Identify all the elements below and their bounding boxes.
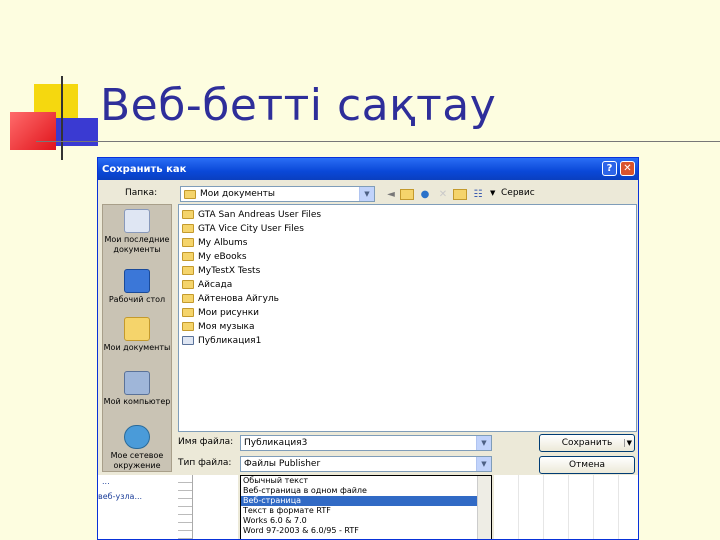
background-grid	[494, 475, 624, 539]
place-my-computer[interactable]: Мой компьютер	[103, 371, 171, 407]
background-document: ... веб-узла...	[98, 475, 238, 539]
places-bar: Мои последние документы Рабочий стол Мои…	[102, 204, 172, 472]
file-name: Айсада	[198, 279, 233, 290]
folder-icon	[182, 266, 194, 275]
filetype-value: Файлы Publisher	[244, 459, 321, 469]
filename-input[interactable]: Публикация3 ▼	[240, 435, 492, 451]
save-button[interactable]: Сохранить ▼	[539, 434, 635, 452]
list-item[interactable]: MyTestX Tests	[182, 264, 260, 277]
views-arrow-icon[interactable]: ▼	[490, 189, 495, 197]
chevron-down-icon[interactable]: ▼	[476, 436, 491, 450]
folder-icon	[182, 322, 194, 331]
filetype-dropdown-list[interactable]: Обычный текст Веб-страница в одном файле…	[240, 475, 492, 539]
background-document-right	[494, 475, 638, 539]
place-label: Мое сетевое окружение	[110, 451, 164, 470]
file-name: Мои рисунки	[198, 307, 259, 318]
place-network[interactable]: Мое сетевое окружение	[103, 425, 171, 471]
folder-icon	[182, 238, 194, 247]
file-name: My Albums	[198, 237, 248, 248]
dropdown-scrollbar[interactable]	[477, 476, 491, 539]
views-icon[interactable]: ☷	[471, 187, 485, 201]
chevron-down-icon[interactable]: ▼	[359, 187, 374, 201]
place-label: Рабочий стол	[108, 295, 166, 304]
lookin-select[interactable]: Мои документы ▼	[180, 186, 375, 202]
place-label: Мои последние документы	[104, 235, 170, 254]
dropdown-option[interactable]: Текст в формате RTF	[241, 506, 491, 516]
save-dropdown-icon[interactable]: ▼	[623, 439, 632, 447]
folder-icon	[182, 224, 194, 233]
lookin-value: Мои документы	[200, 189, 276, 199]
list-item[interactable]: Айсада	[182, 278, 232, 291]
file-name: MyTestX Tests	[198, 265, 261, 276]
file-name: GTA Vice City User Files	[198, 223, 304, 234]
place-desktop[interactable]: Рабочий стол	[103, 269, 171, 305]
file-name: Айтенова Айгуль	[198, 293, 279, 304]
list-item[interactable]: Публикация1	[182, 334, 261, 347]
list-item[interactable]: Айтенова Айгуль	[182, 292, 279, 305]
my-computer-icon	[124, 371, 150, 395]
folder-icon	[182, 252, 194, 261]
lookin-label: Папка:	[125, 188, 158, 198]
background-link: ...	[102, 477, 110, 486]
place-label: Мой компьютер	[103, 397, 171, 406]
folder-icon	[184, 189, 196, 199]
desktop-icon	[124, 269, 150, 293]
dropdown-option[interactable]: Веб-страница в одном файле	[241, 486, 491, 496]
list-item[interactable]: GTA San Andreas User Files	[182, 208, 321, 221]
close-button[interactable]: ✕	[620, 161, 635, 176]
dialog-title: Сохранить как	[102, 163, 187, 175]
help-button[interactable]: ?	[602, 161, 617, 176]
recent-docs-icon	[124, 209, 150, 233]
place-my-documents[interactable]: Мои документы	[103, 317, 171, 353]
list-item[interactable]: Моя музыка	[182, 320, 255, 333]
cancel-button[interactable]: Отмена	[539, 456, 635, 474]
deco-vertical-rule	[61, 76, 63, 160]
dropdown-option[interactable]: Обычный текст	[241, 476, 491, 486]
list-item[interactable]: My eBooks	[182, 250, 247, 263]
filetype-label: Тип файла:	[178, 458, 232, 468]
list-item[interactable]: GTA Vice City User Files	[182, 222, 304, 235]
dropdown-option-selected[interactable]: Веб-страница	[241, 496, 491, 506]
file-name: Публикация1	[198, 335, 262, 346]
search-web-icon[interactable]: ●	[418, 187, 432, 201]
tools-menu[interactable]: Сервис	[501, 188, 535, 198]
folder-icon	[182, 280, 194, 289]
background-ruler	[178, 475, 193, 539]
file-name: Моя музыка	[198, 321, 255, 332]
save-as-dialog: Сохранить как ? ✕ Папка: Мои документы ▼…	[97, 157, 639, 540]
dropdown-option[interactable]: Works 6.0 & 7.0	[241, 516, 491, 526]
folder-icon	[182, 294, 194, 303]
file-list[interactable]: GTA San Andreas User Files GTA Vice City…	[178, 204, 637, 432]
folder-icon	[182, 210, 194, 219]
folder-icon	[182, 308, 194, 317]
publication-file-icon	[182, 336, 194, 345]
list-item[interactable]: Мои рисунки	[182, 306, 259, 319]
filetype-select[interactable]: Файлы Publisher ▼	[240, 456, 492, 472]
deco-red-square	[10, 112, 56, 150]
new-folder-icon[interactable]	[453, 187, 467, 201]
back-icon[interactable]: ◄	[384, 187, 398, 201]
save-label: Сохранить	[561, 438, 613, 448]
delete-icon[interactable]: ✕	[436, 187, 450, 201]
title-underline	[36, 141, 720, 142]
file-name: GTA San Andreas User Files	[198, 209, 322, 220]
list-item[interactable]: My Albums	[182, 236, 247, 249]
dropdown-option[interactable]: Word 97-2003 & 6.0/95 - RTF	[241, 526, 491, 536]
dialog-titlebar: Сохранить как ? ✕	[98, 158, 638, 180]
network-icon	[124, 425, 150, 449]
filename-value: Публикация3	[244, 438, 308, 448]
slide-title: Веб-бетті сақтау	[100, 80, 497, 131]
place-recent[interactable]: Мои последние документы	[103, 209, 171, 255]
filename-label: Имя файла:	[178, 437, 234, 447]
my-documents-icon	[124, 317, 150, 341]
chevron-down-icon[interactable]: ▼	[476, 457, 491, 471]
place-label: Мои документы	[103, 343, 171, 352]
folder-up-icon[interactable]	[400, 187, 414, 201]
background-link: веб-узла...	[98, 492, 143, 501]
file-name: My eBooks	[198, 251, 247, 262]
